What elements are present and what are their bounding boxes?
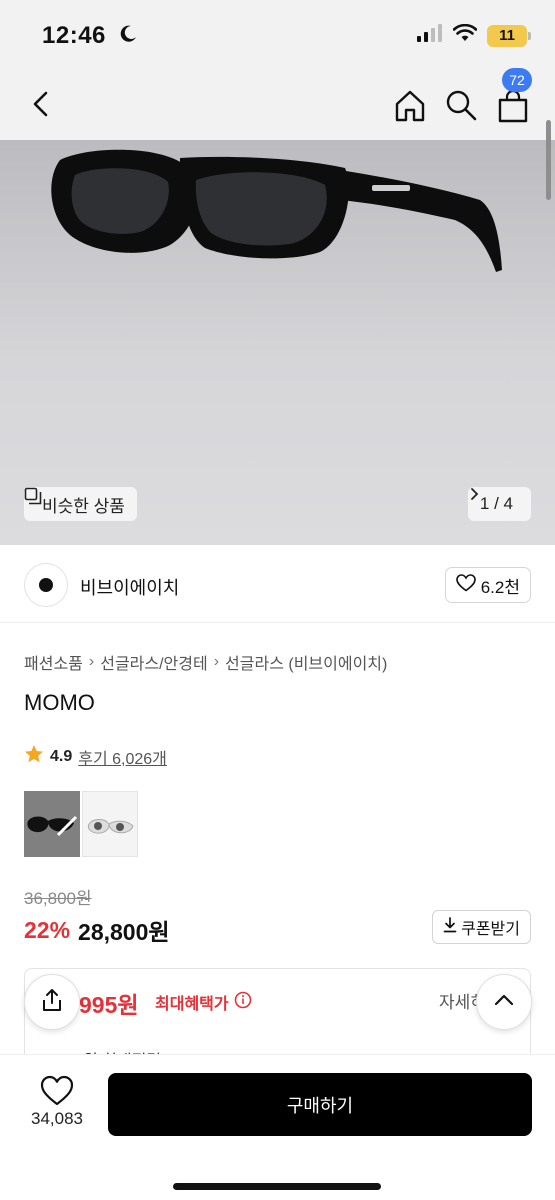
brand-row[interactable]: 비브이에이치 6.2천 [0, 545, 555, 623]
navigation-bar: 72 [0, 68, 555, 140]
search-icon[interactable] [444, 88, 478, 122]
home-indicator [173, 1183, 381, 1190]
signal-icon [417, 24, 443, 47]
breadcrumb: 패션소품 › 선글라스/안경테 › 선글라스 (비브이에이치) [24, 650, 387, 674]
benefit-amount: 995원 [79, 992, 139, 1018]
chevron-right-icon: › [213, 653, 220, 670]
brand-like-button[interactable]: 6.2천 [444, 567, 531, 603]
share-button[interactable] [24, 974, 80, 1030]
cart-icon[interactable] [496, 89, 530, 124]
download-icon [443, 916, 457, 938]
coupon-download-button[interactable]: 쿠폰받기 [432, 910, 531, 944]
chevron-right-icon: › [88, 653, 95, 670]
home-icon[interactable] [392, 88, 428, 124]
original-price: 36,800원 [24, 889, 92, 908]
color-options [24, 791, 138, 857]
scroll-to-top-button[interactable] [476, 974, 532, 1030]
price-row: 22% 28,800원 [24, 913, 170, 947]
benefit-label: 최대혜택가 [155, 990, 252, 1014]
buy-button-label: 구매하기 [286, 1095, 354, 1116]
battery-icon: 11 [487, 24, 531, 47]
color-option-black[interactable] [24, 791, 80, 857]
info-icon[interactable] [234, 991, 252, 1014]
status-bar: 12:46 11 [0, 0, 555, 72]
share-icon [39, 987, 65, 1018]
product-title: MOMO [24, 690, 95, 715]
back-icon[interactable] [26, 88, 58, 120]
chevron-up-icon [492, 988, 516, 1017]
image-page-indicator[interactable]: 1 / 4 [467, 487, 531, 521]
page-indicator-text: 1 / 4 [479, 494, 513, 513]
reviews-link[interactable]: 후기 6,026개 [78, 745, 167, 769]
sunglasses-image [51, 149, 502, 272]
wifi-icon [452, 23, 478, 47]
brand-name[interactable]: 비브이에이치 [80, 574, 179, 600]
wishlist-count: 34,083 [31, 1109, 83, 1128]
color-option-white[interactable] [82, 791, 138, 857]
wishlist-heart-icon[interactable] [40, 1075, 74, 1107]
star-icon [24, 744, 44, 769]
similar-products-button[interactable]: 비슷한 상품 [24, 487, 137, 521]
discount-rate: 22% [24, 916, 71, 943]
product-image-carousel[interactable]: 비슷한 상품 1 / 4 [0, 140, 555, 545]
sale-price: 28,800원 [78, 919, 170, 945]
moon-icon [118, 24, 138, 49]
rating-score: 4.9 [50, 747, 73, 765]
breadcrumb-item[interactable]: 선글라스 (비브이에이치) [225, 650, 387, 674]
benefit-label-text: 최대혜택가 [155, 996, 229, 1013]
brand-logo[interactable] [24, 563, 68, 607]
rating-row: 4.9 후기 6,026개 [24, 744, 167, 769]
similar-products-label: 비슷한 상품 [42, 496, 125, 516]
battery-level: 11 [499, 27, 515, 44]
scrollbar[interactable] [546, 120, 551, 200]
purchase-bar: 34,083 구매하기 [0, 1054, 555, 1200]
breadcrumb-item[interactable]: 선글라스/안경테 [100, 650, 208, 674]
breadcrumb-item[interactable]: 패션소품 [24, 650, 83, 674]
coupon-label: 쿠폰받기 [461, 921, 520, 938]
status-indicators: 11 [417, 23, 531, 47]
heart-icon [455, 573, 476, 597]
cart-count-badge: 72 [502, 68, 532, 92]
buy-button[interactable]: 구매하기 [108, 1073, 532, 1136]
status-time: 12:46 [42, 22, 106, 49]
brand-like-count: 6.2천 [480, 577, 520, 597]
